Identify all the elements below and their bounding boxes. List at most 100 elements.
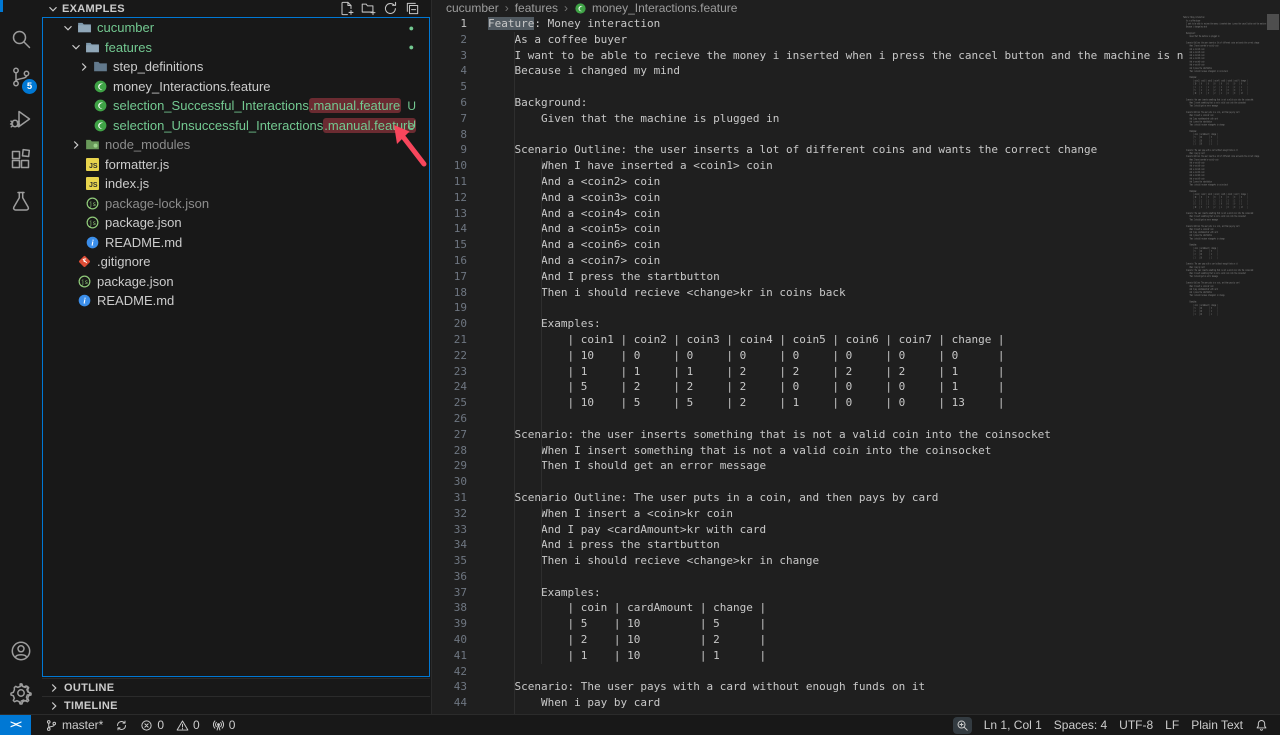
code-line-20[interactable]: 20 Examples:	[432, 316, 1183, 332]
tree-item-formatter-js[interactable]: JSformatter.js	[42, 155, 430, 175]
code-line-6[interactable]: 6 Background:	[432, 95, 1183, 111]
code-line-44[interactable]: 44 When i pay by card	[432, 695, 1183, 711]
code-line-16[interactable]: 16 And a <coin7> coin	[432, 253, 1183, 269]
status-branch[interactable]: master*	[39, 715, 109, 735]
status-language-mode[interactable]: Plain Text	[1185, 715, 1249, 735]
tree-item-readme-md[interactable]: iREADME.md	[42, 291, 430, 311]
code-line-3[interactable]: 3 I want to be able to recieve the money…	[432, 48, 1183, 64]
code-line-7[interactable]: 7 Given that the machine is plugged in	[432, 111, 1183, 127]
code-line-26[interactable]: 26	[432, 411, 1183, 427]
new-file-icon[interactable]	[339, 1, 355, 17]
status-sync[interactable]	[109, 715, 134, 735]
minimap[interactable]: Feature: Money interaction As a coffee b…	[1183, 16, 1271, 714]
code-line-38[interactable]: 38 | coin | cardAmount | change |	[432, 600, 1183, 616]
code-line-39[interactable]: 39 | 5 | 10 | 5 |	[432, 616, 1183, 632]
status-errors[interactable]: 0	[134, 715, 170, 735]
extensions-icon[interactable]	[0, 138, 42, 180]
status-indentation[interactable]: Spaces: 4	[1048, 715, 1113, 735]
panel-header-outline[interactable]: OUTLINE	[42, 678, 430, 696]
code-line-41[interactable]: 41 | 1 | 10 | 1 |	[432, 648, 1183, 664]
tree-item-label: selection_Successful_Interactions	[113, 98, 309, 113]
tree-item-index-js[interactable]: JSindex.js	[42, 174, 430, 194]
tree-item-package-lock-json[interactable]: jspackage-lock.json	[42, 194, 430, 214]
code-line-34[interactable]: 34 And i press the startbutton	[432, 537, 1183, 553]
code-line-19[interactable]: 19	[432, 300, 1183, 316]
tree-item--gitignore[interactable]: .gitignore	[42, 252, 430, 272]
line-content: And a <coin4> coin	[467, 206, 660, 222]
status-encoding[interactable]: UTF-8	[1113, 715, 1159, 735]
refresh-icon[interactable]	[383, 1, 399, 17]
tree-item-readme-md[interactable]: iREADME.md	[42, 233, 430, 253]
code-line-12[interactable]: 12 And a <coin3> coin	[432, 190, 1183, 206]
scrollbar-thumb[interactable]	[1267, 14, 1279, 30]
status-warnings[interactable]: 0	[170, 715, 206, 735]
collapse-all-icon[interactable]	[405, 1, 421, 17]
code-line-1[interactable]: 1Feature: Money interaction	[432, 16, 1183, 32]
code-line-10[interactable]: 10 When I have inserted a <coin1> coin	[432, 158, 1183, 174]
code-line-2[interactable]: 2 As a coffee buyer	[432, 32, 1183, 48]
code-line-18[interactable]: 18 Then i should recieve <change>kr in c…	[432, 285, 1183, 301]
code-line-27[interactable]: 27 Scenario: the user inserts something …	[432, 427, 1183, 443]
code-line-22[interactable]: 22 | 10 | 0 | 0 | 0 | 0 | 0 | 0 | 0 |	[432, 348, 1183, 364]
account-icon[interactable]	[0, 630, 42, 672]
code-line-24[interactable]: 24 | 5 | 2 | 2 | 2 | 0 | 0 | 0 | 1 |	[432, 379, 1183, 395]
code-line-11[interactable]: 11 And a <coin2> coin	[432, 174, 1183, 190]
code-line-42[interactable]: 42	[432, 664, 1183, 680]
tree-item-package-json[interactable]: jspackage.json	[42, 272, 430, 292]
run-debug-icon[interactable]	[0, 98, 42, 140]
tree-item-selection-unsuccessful-interactions[interactable]: selection_Unsuccessful_Interactions.manu…	[42, 116, 430, 136]
code-line-35[interactable]: 35 Then i should recieve <change>kr in c…	[432, 553, 1183, 569]
status-ports[interactable]: 0	[206, 715, 242, 735]
breadcrumb-item-file[interactable]: money_Interactions.feature	[592, 1, 737, 15]
testing-icon[interactable]	[0, 180, 42, 222]
code-line-33[interactable]: 33 And I pay <cardAmount>kr with card	[432, 522, 1183, 538]
code-line-40[interactable]: 40 | 2 | 10 | 2 |	[432, 632, 1183, 648]
breadcrumb-item-features[interactable]: features	[515, 1, 558, 15]
tree-item-selection-successful-interactions[interactable]: selection_Successful_Interactions.manual…	[42, 96, 430, 116]
code-line-25[interactable]: 25 | 10 | 5 | 5 | 2 | 1 | 0 | 0 | 13 |	[432, 395, 1183, 411]
code-line-30[interactable]: 30	[432, 474, 1183, 490]
status-zoom[interactable]	[947, 715, 978, 735]
code-line-32[interactable]: 32 When I insert a <coin>kr coin	[432, 506, 1183, 522]
line-content: I want to be able to recieve the money i…	[467, 48, 1183, 64]
code-editor[interactable]: 1Feature: Money interaction2 As a coffee…	[432, 16, 1183, 714]
status-eol[interactable]: LF	[1159, 715, 1185, 735]
code-line-15[interactable]: 15 And a <coin6> coin	[432, 237, 1183, 253]
new-folder-icon[interactable]	[361, 1, 377, 17]
code-line-43[interactable]: 43 Scenario: The user pays with a card w…	[432, 679, 1183, 695]
code-line-8[interactable]: 8	[432, 127, 1183, 143]
code-line-21[interactable]: 21 | coin1 | coin2 | coin3 | coin4 | coi…	[432, 332, 1183, 348]
code-line-37[interactable]: 37 Examples:	[432, 585, 1183, 601]
panel-header-timeline[interactable]: TIMELINE	[42, 696, 430, 714]
settings-icon[interactable]	[0, 672, 42, 714]
code-line-31[interactable]: 31 Scenario Outline: The user puts in a …	[432, 490, 1183, 506]
line-number: 39	[432, 616, 467, 632]
code-line-14[interactable]: 14 And a <coin5> coin	[432, 221, 1183, 237]
tree-item-step-definitions[interactable]: step_definitions	[42, 57, 430, 77]
sync-icon	[115, 719, 128, 732]
status-cursor-position[interactable]: Ln 1, Col 1	[978, 715, 1048, 735]
code-line-23[interactable]: 23 | 1 | 1 | 1 | 2 | 2 | 2 | 2 | 1 |	[432, 364, 1183, 380]
code-line-9[interactable]: 9 Scenario Outline: the user inserts a l…	[432, 142, 1183, 158]
tree-item-cucumber[interactable]: cucumber●	[42, 18, 430, 38]
code-line-17[interactable]: 17 And I press the startbutton	[432, 269, 1183, 285]
code-line-28[interactable]: 28 When I insert something that is not a…	[432, 443, 1183, 459]
status-remote[interactable]: ><	[0, 715, 31, 735]
code-line-4[interactable]: 4 Because i changed my mind	[432, 63, 1183, 79]
editor-scrollbar[interactable]	[1271, 0, 1280, 714]
code-line-5[interactable]: 5	[432, 79, 1183, 95]
code-line-36[interactable]: 36	[432, 569, 1183, 585]
tree-item-package-json[interactable]: jspackage.json	[42, 213, 430, 233]
chevron-right-icon	[46, 698, 62, 714]
explorer-section-header[interactable]: EXAMPLES	[42, 0, 431, 17]
search-icon[interactable]	[0, 18, 42, 60]
tree-item-money-interactions-feature[interactable]: money_Interactions.feature	[42, 77, 430, 97]
code-line-13[interactable]: 13 And a <coin4> coin	[432, 206, 1183, 222]
source-control-icon[interactable]: 5	[0, 56, 42, 98]
status-notifications[interactable]	[1249, 715, 1274, 735]
tree-item-features[interactable]: features●	[42, 38, 430, 58]
line-content	[467, 411, 488, 427]
tree-item-node-modules[interactable]: node_modules	[42, 135, 430, 155]
code-line-29[interactable]: 29 Then I should get an error message	[432, 458, 1183, 474]
breadcrumb-item-cucumber[interactable]: cucumber	[446, 1, 499, 15]
